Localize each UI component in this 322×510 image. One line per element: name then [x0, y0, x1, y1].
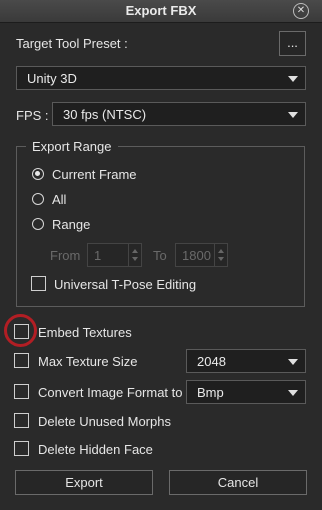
chevron-up-icon: [218, 249, 224, 253]
export-button[interactable]: Export: [15, 470, 153, 495]
radio-range-label: Range: [52, 217, 91, 232]
chevron-down-icon: [218, 257, 224, 261]
radio-all[interactable]: [32, 193, 44, 205]
max-texture-size-label: Max Texture Size: [38, 354, 138, 369]
max-texture-size-dropdown[interactable]: 2048: [186, 349, 306, 373]
preset-browse-button[interactable]: ...: [279, 31, 306, 56]
delete-morphs-checkbox[interactable]: [14, 413, 29, 428]
delete-morphs-label: Delete Unused Morphs: [38, 414, 171, 429]
radio-current-frame[interactable]: [32, 168, 44, 180]
chevron-down-icon: [288, 76, 298, 82]
from-stepper[interactable]: 1: [87, 243, 142, 267]
chevron-down-icon: [288, 390, 298, 396]
preset-label: Target Tool Preset :: [16, 36, 128, 51]
highlight-circle: [4, 314, 37, 347]
convert-format-value: Bmp: [197, 385, 224, 400]
max-texture-size-value: 2048: [197, 354, 226, 369]
export-range-title: Export Range: [26, 139, 118, 154]
delete-face-checkbox[interactable]: [14, 441, 29, 456]
chevron-down-icon: [132, 257, 138, 261]
radio-all-label: All: [52, 192, 67, 207]
chevron-down-icon: [288, 359, 298, 365]
from-stepper-arrows[interactable]: [128, 244, 141, 266]
to-stepper-arrows[interactable]: [214, 244, 227, 266]
preset-dropdown[interactable]: Unity 3D: [16, 66, 306, 90]
to-label: To: [153, 248, 167, 263]
chevron-up-icon: [132, 249, 138, 253]
from-label: From: [50, 248, 81, 263]
window-title: Export FBX: [125, 3, 197, 18]
chevron-down-icon: [288, 112, 298, 118]
convert-format-dropdown[interactable]: Bmp: [186, 380, 306, 404]
radio-range[interactable]: [32, 218, 44, 230]
preset-value: Unity 3D: [27, 71, 77, 86]
to-value: 1800: [182, 248, 211, 263]
delete-face-label: Delete Hidden Face: [38, 442, 153, 457]
tpose-label: Universal T-Pose Editing: [54, 277, 197, 292]
radio-current-frame-label: Current Frame: [52, 167, 137, 182]
convert-format-label: Convert Image Format to: [38, 385, 183, 400]
close-icon[interactable]: ✕: [293, 3, 309, 19]
fps-label: FPS :: [16, 108, 49, 123]
convert-format-checkbox[interactable]: [14, 384, 29, 399]
from-value: 1: [94, 248, 102, 263]
cancel-button[interactable]: Cancel: [169, 470, 307, 495]
tpose-checkbox[interactable]: [31, 276, 46, 291]
fps-value: 30 fps (NTSC): [63, 107, 147, 122]
to-stepper[interactable]: 1800: [175, 243, 228, 267]
title-bar: Export FBX ✕: [0, 0, 322, 23]
max-texture-size-checkbox[interactable]: [14, 353, 29, 368]
fps-dropdown[interactable]: 30 fps (NTSC): [52, 102, 306, 126]
embed-textures-label: Embed Textures: [38, 325, 132, 340]
